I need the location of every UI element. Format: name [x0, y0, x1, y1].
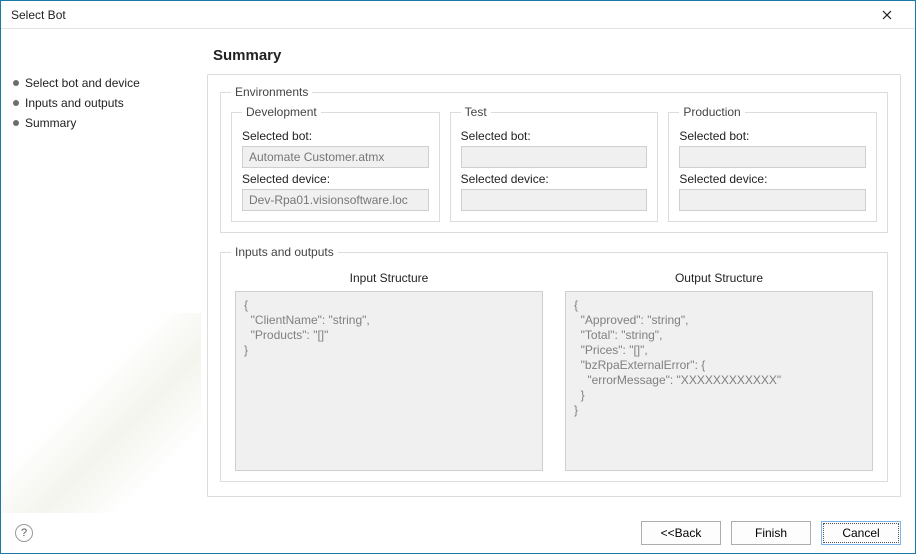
cancel-button[interactable]: Cancel: [821, 521, 901, 545]
main-content: Summary Environments Development Selecte…: [201, 29, 915, 513]
help-button[interactable]: ?: [15, 524, 33, 542]
selected-bot-label: Selected bot:: [242, 129, 429, 143]
selected-device-value: [679, 189, 866, 211]
env-production: Production Selected bot: Selected device…: [668, 105, 877, 222]
close-button[interactable]: [867, 1, 907, 29]
environments-legend: Environments: [231, 85, 312, 99]
wizard-step[interactable]: Summary: [13, 113, 201, 133]
wizard-sidebar: Select bot and device Inputs and outputs…: [1, 29, 201, 513]
step-label: Select bot and device: [25, 76, 140, 90]
env-legend: Production: [679, 105, 744, 119]
selected-device-value: [461, 189, 648, 211]
close-icon: [882, 10, 892, 20]
dialog-window: Select Bot Select bot and device Inputs …: [0, 0, 916, 554]
back-button[interactable]: <<Back: [641, 521, 721, 545]
summary-panel: Environments Development Selected bot: A…: [207, 74, 901, 497]
selected-bot-value: [679, 146, 866, 168]
selected-device-label: Selected device:: [679, 172, 866, 186]
output-structure-text: { "Approved": "string", "Total": "string…: [565, 291, 873, 471]
env-legend: Development: [242, 105, 321, 119]
env-legend: Test: [461, 105, 491, 119]
selected-device-label: Selected device:: [461, 172, 648, 186]
wizard-step[interactable]: Select bot and device: [13, 73, 201, 93]
input-structure-col: Input Structure { "ClientName": "string"…: [235, 269, 543, 471]
selected-device-value: Dev-Rpa01.visionsoftware.loc: [242, 189, 429, 211]
output-structure-col: Output Structure { "Approved": "string",…: [565, 269, 873, 471]
input-structure-title: Input Structure: [235, 271, 543, 285]
environments-row: Development Selected bot: Automate Custo…: [231, 105, 877, 222]
wizard-step[interactable]: Inputs and outputs: [13, 93, 201, 113]
titlebar: Select Bot: [1, 1, 915, 29]
step-label: Inputs and outputs: [25, 96, 124, 110]
selected-bot-value: Automate Customer.atmx: [242, 146, 429, 168]
step-bullet-icon: [13, 100, 19, 106]
selected-bot-label: Selected bot:: [461, 129, 648, 143]
selected-bot-value: [461, 146, 648, 168]
input-structure-text: { "ClientName": "string", "Products": "[…: [235, 291, 543, 471]
step-bullet-icon: [13, 80, 19, 86]
env-development: Development Selected bot: Automate Custo…: [231, 105, 440, 222]
step-label: Summary: [25, 116, 76, 130]
output-structure-title: Output Structure: [565, 271, 873, 285]
help-icon: ?: [21, 527, 27, 539]
dialog-body: Select bot and device Inputs and outputs…: [1, 29, 915, 513]
env-test: Test Selected bot: Selected device:: [450, 105, 659, 222]
finish-button[interactable]: Finish: [731, 521, 811, 545]
window-title: Select Bot: [11, 8, 867, 22]
selected-device-label: Selected device:: [242, 172, 429, 186]
step-bullet-icon: [13, 120, 19, 126]
dialog-footer: ? <<Back Finish Cancel: [1, 513, 915, 553]
io-row: Input Structure { "ClientName": "string"…: [231, 265, 877, 471]
io-group: Inputs and outputs Input Structure { "Cl…: [220, 245, 888, 482]
page-heading: Summary: [213, 47, 901, 64]
io-legend: Inputs and outputs: [231, 245, 338, 259]
selected-bot-label: Selected bot:: [679, 129, 866, 143]
environments-group: Environments Development Selected bot: A…: [220, 85, 888, 233]
